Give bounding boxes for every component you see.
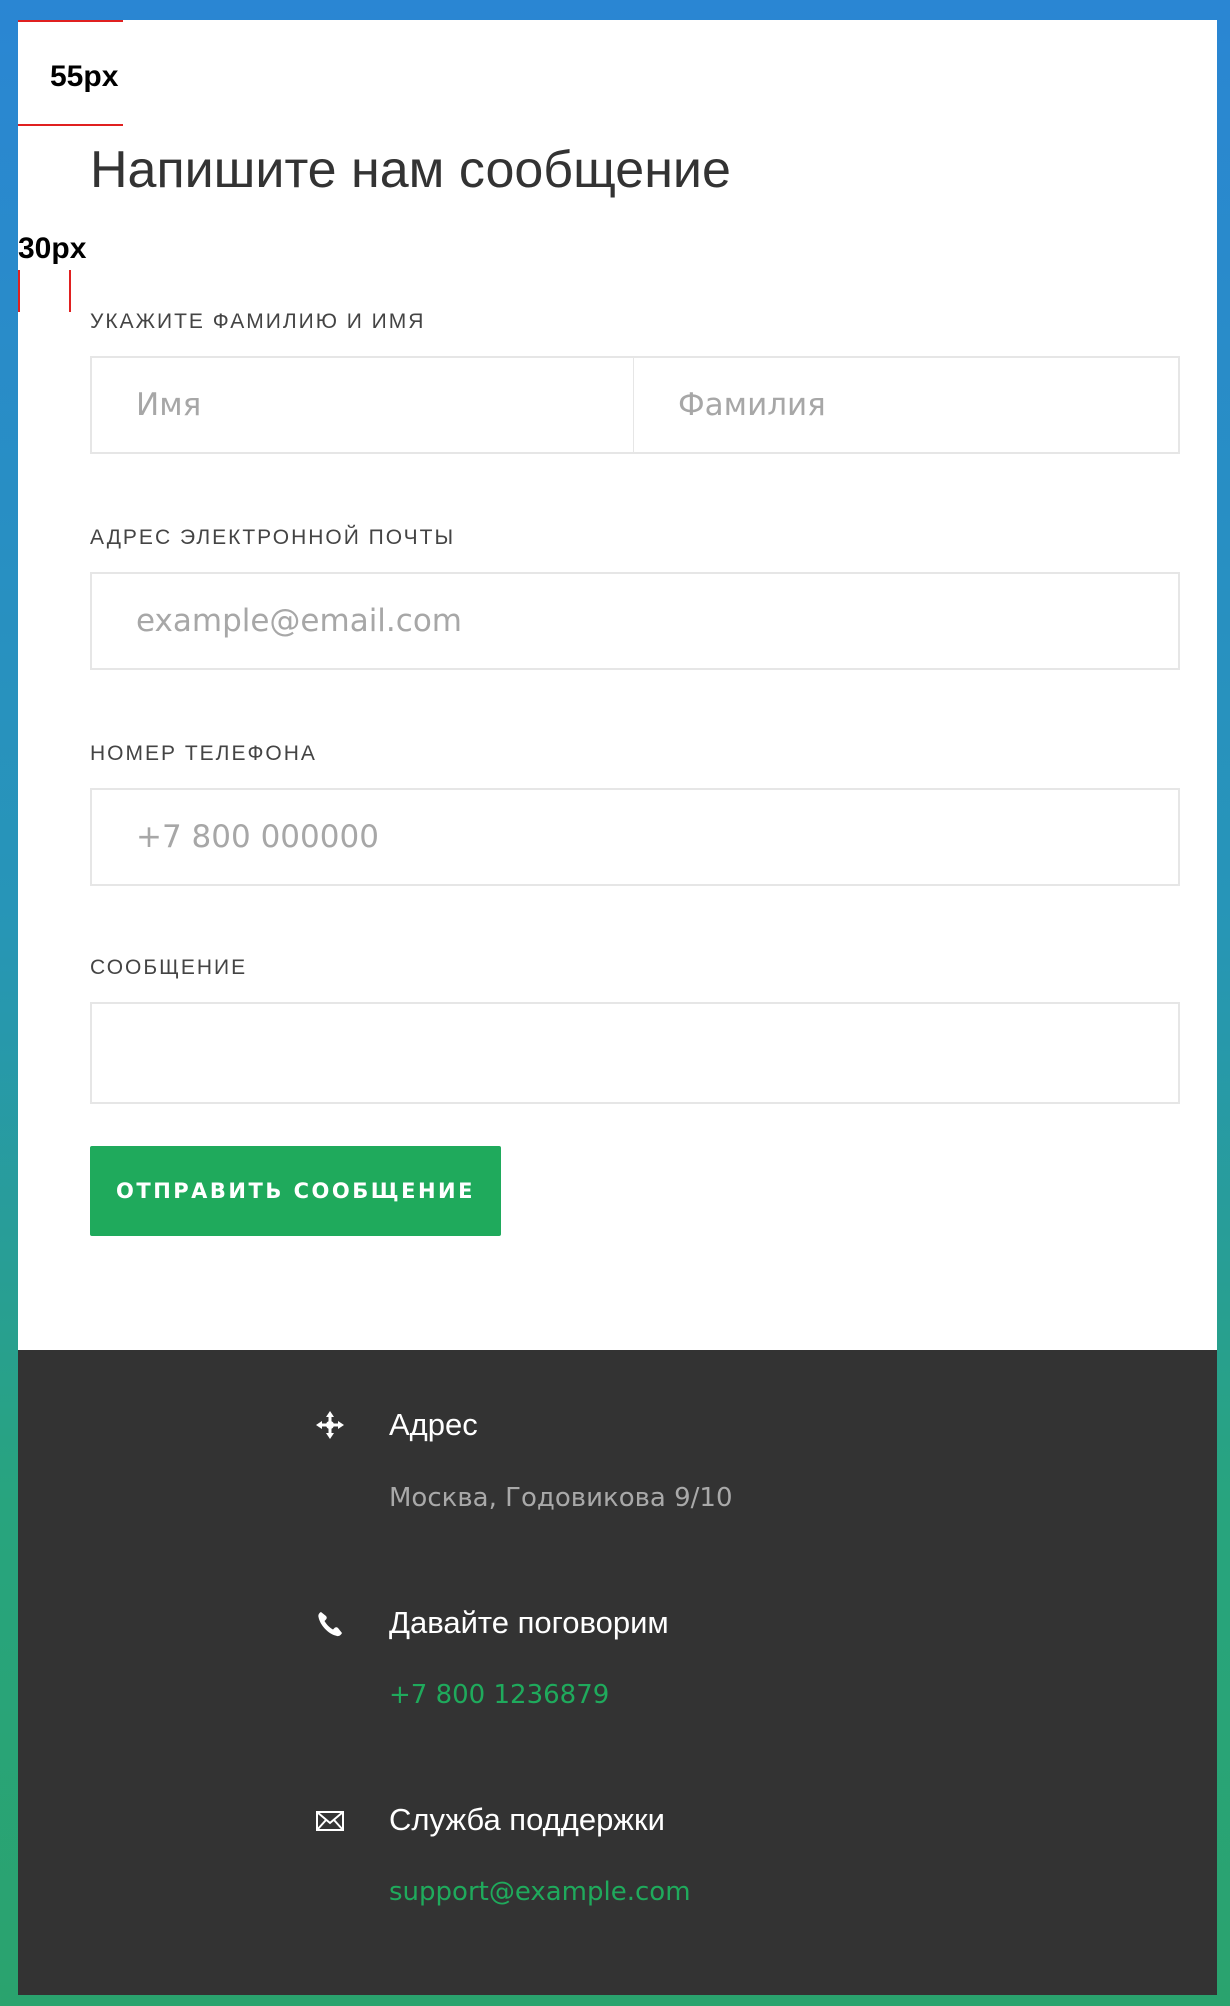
phone-input[interactable]: +7 800 000000 <box>90 788 1180 886</box>
contact-form-panel: 55px Напишите нам сообщение 30px Укажите… <box>18 20 1217 1350</box>
support-email-link[interactable]: support@example.com <box>389 1877 691 1907</box>
email-label: Адрес электронной почты <box>90 526 456 549</box>
name-label: Укажите фамилию и имя <box>90 310 426 333</box>
message-label: Сообщение <box>90 956 248 979</box>
contact-info-footer: Адрес Москва, Годовикова 9/10 Давайте по… <box>18 1350 1217 1995</box>
address-value: Москва, Годовикова 9/10 <box>389 1483 733 1513</box>
phone-icon <box>310 1604 350 1644</box>
spacing-guide-right-line <box>69 270 71 312</box>
spacing-guide-bottom-line <box>18 124 123 126</box>
phone-label: Номер телефона <box>90 742 317 765</box>
first-name-input[interactable]: Имя <box>90 356 635 454</box>
move-arrows-icon <box>310 1405 350 1445</box>
support-heading: Служба поддержки <box>389 1802 665 1837</box>
envelope-icon <box>310 1801 350 1841</box>
message-textarea[interactable] <box>90 1002 1180 1104</box>
phone-link[interactable]: +7 800 1236879 <box>389 1680 609 1710</box>
spacing-guide-top-line <box>18 20 123 22</box>
spacing-annotation-top: 55px <box>50 60 119 93</box>
send-message-button[interactable]: ОТПРАВИТЬ СООБЩЕНИЕ <box>90 1146 501 1236</box>
spacing-annotation-left: 30px <box>18 232 87 265</box>
phone-heading: Давайте поговорим <box>389 1605 669 1640</box>
page-title: Напишите нам сообщение <box>90 141 731 199</box>
email-input[interactable]: example@email.com <box>90 572 1180 670</box>
last-name-input[interactable]: Фамилия <box>634 356 1180 454</box>
address-heading: Адрес <box>389 1407 478 1442</box>
spacing-guide-left-line <box>18 270 20 312</box>
